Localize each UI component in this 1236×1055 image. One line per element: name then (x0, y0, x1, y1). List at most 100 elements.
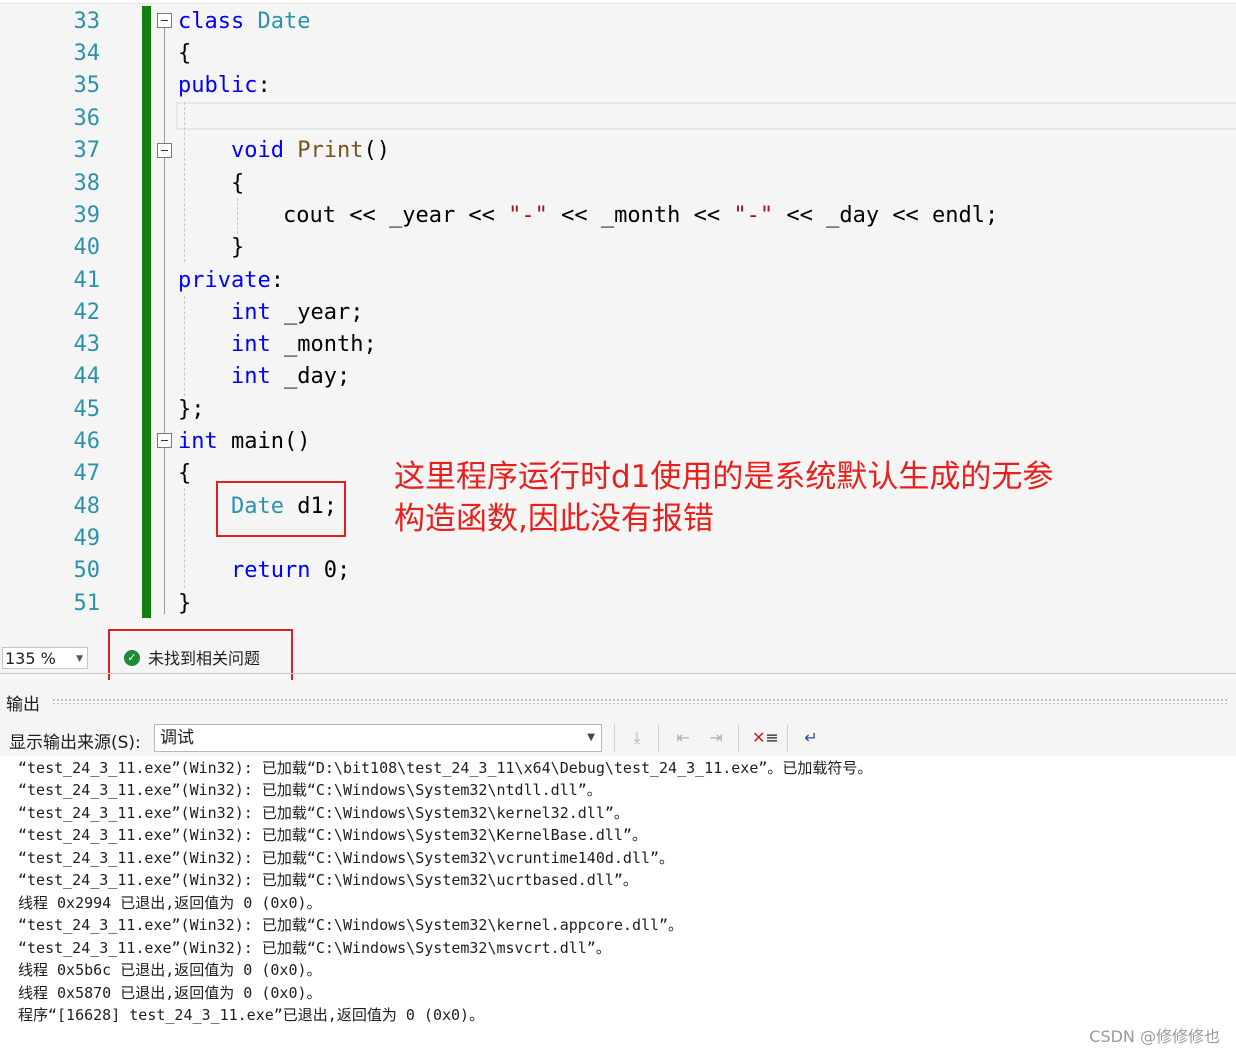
editor-top-border (0, 0, 1236, 4)
code-line-44: int _day; (231, 361, 350, 393)
next-message-icon[interactable]: ⇥ (703, 726, 729, 750)
line-number: 42 (73, 300, 101, 325)
code-line-41: private: (178, 265, 284, 297)
watermark: CSDN @修修修也 (1089, 1027, 1220, 1046)
indent-guide (184, 296, 185, 396)
output-source-label: 显示输出来源(S): (9, 733, 141, 753)
line-number: 47 (73, 461, 101, 486)
toolbar-divider (787, 724, 788, 752)
indent-guide (184, 488, 185, 588)
code-text: 0; (310, 558, 351, 583)
code-text: : (257, 73, 271, 98)
line-number: 39 (73, 203, 101, 228)
function-name: Print (283, 138, 364, 163)
output-source-value: 调试 (160, 728, 194, 748)
code-line-45: }; (178, 397, 205, 422)
annotation-text: 这里程序运行时d1使用的是系统默认生成的无参 构造函数,因此没有报错 (394, 456, 1114, 540)
output-line: “test_24_3_11.exe”(Win32): 已加载“D:\bit108… (18, 759, 873, 777)
clear-all-icon[interactable]: ✕≡ (752, 726, 779, 750)
output-line: “test_24_3_11.exe”(Win32): 已加载“C:\Window… (18, 804, 629, 822)
panel-separator (0, 673, 1236, 674)
chevron-down-icon: ▼ (587, 732, 595, 743)
output-line: 线程 0x5b6c 已退出,返回值为 0 (0x0)。 (18, 961, 322, 979)
code-text: main() (217, 429, 311, 454)
line-number: 34 (73, 41, 101, 66)
indent-guide (184, 102, 185, 262)
current-line-highlight (176, 102, 1236, 130)
code-line-39: cout << _year << "-" << _month << "-" <<… (283, 200, 998, 232)
output-source-select[interactable]: 调试 ▼ (154, 724, 602, 752)
chevron-down-icon: ▼ (76, 654, 83, 664)
keyword: public (178, 73, 258, 98)
zoom-value: 135 % (5, 649, 56, 668)
string-literal: "-" (508, 203, 548, 228)
string-literal: "-" (733, 203, 774, 228)
code-text: _year; (270, 300, 364, 325)
line-number: 50 (73, 558, 101, 583)
line-number: 48 (73, 494, 101, 519)
output-line: 线程 0x2994 已退出,返回值为 0 (0x0)。 (18, 894, 322, 912)
code-line-35: public: (178, 70, 271, 102)
output-line: “test_24_3_11.exe”(Win32): 已加载“C:\Window… (18, 871, 638, 889)
code-line-40: } (231, 235, 245, 260)
output-line: 程序“[16628] test_24_3_11.exe”已退出,返回值为 0 (… (18, 1006, 485, 1024)
toolbar-divider (658, 724, 659, 752)
collapse-main-icon[interactable] (157, 433, 172, 448)
word-wrap-icon[interactable]: ↵ (798, 726, 824, 750)
code-line-51: } (178, 591, 192, 616)
output-line: “test_24_3_11.exe”(Win32): 已加载“C:\Window… (18, 781, 602, 799)
annotation-line: 构造函数,因此没有报错 (394, 501, 714, 537)
line-number: 40 (73, 235, 101, 260)
keyword: void (231, 138, 284, 163)
keyword: return (231, 558, 311, 583)
code-line-37: void Print() (231, 135, 390, 167)
output-panel-title: 输出 (6, 695, 40, 715)
annotation-line: 这里程序运行时d1使用的是系统默认生成的无参 (394, 459, 1054, 495)
code-text: << _month << (547, 203, 734, 228)
line-number: 41 (73, 268, 101, 293)
code-line-50: return 0; (231, 555, 350, 587)
code-text: _day; (270, 364, 351, 389)
keyword: int (231, 364, 271, 389)
code-line-47: { (178, 461, 192, 486)
output-line: “test_24_3_11.exe”(Win32): 已加载“C:\Window… (18, 826, 647, 844)
code-line-42: int _year; (231, 297, 363, 329)
line-number: 45 (73, 397, 101, 422)
code-line-34: { (178, 41, 192, 66)
keyword: int (231, 332, 271, 357)
keyword: class (178, 9, 245, 34)
line-number: 44 (73, 364, 101, 389)
panel-drag-grip[interactable] (52, 698, 1228, 704)
highlight-box-d1 (216, 481, 346, 537)
output-text-area[interactable]: “test_24_3_11.exe”(Win32): 已加载“D:\bit108… (0, 756, 1236, 1055)
code-line-33: class Date (178, 6, 310, 38)
toolbar-divider (614, 724, 615, 752)
line-number: 51 (73, 591, 101, 616)
go-to-location-icon[interactable]: ⤓ (624, 726, 650, 750)
line-number: 43 (73, 332, 101, 357)
line-number: 35 (73, 73, 101, 98)
line-number: 33 (73, 9, 101, 34)
code-text: () (363, 138, 390, 163)
collapse-class-icon[interactable] (157, 13, 172, 28)
code-line-43: int _month; (231, 329, 377, 361)
toolbar-divider (738, 724, 739, 752)
collapse-function-icon[interactable] (157, 143, 172, 158)
line-number: 36 (73, 106, 101, 131)
line-number: 46 (73, 429, 101, 454)
code-text: cout << _year << (283, 203, 509, 228)
code-editor[interactable]: 33 34 35 36 37 38 39 40 41 42 43 44 45 4… (0, 0, 1236, 630)
keyword: int (231, 300, 271, 325)
previous-message-icon[interactable]: ⇤ (670, 726, 696, 750)
keyword: private (178, 268, 271, 293)
line-number: 37 (73, 138, 101, 163)
code-text: _month; (270, 332, 377, 357)
code-line-46: int main() (178, 426, 310, 458)
code-line-38: { (231, 171, 245, 196)
output-line: “test_24_3_11.exe”(Win32): 已加载“C:\Window… (18, 939, 611, 957)
output-line: 线程 0x5870 已退出,返回值为 0 (0x0)。 (18, 984, 322, 1002)
zoom-dropdown[interactable]: 135 % ▼ (2, 647, 88, 669)
output-line: “test_24_3_11.exe”(Win32): 已加载“C:\Window… (18, 916, 684, 934)
code-text: : (270, 268, 284, 293)
line-number: 38 (73, 171, 101, 196)
